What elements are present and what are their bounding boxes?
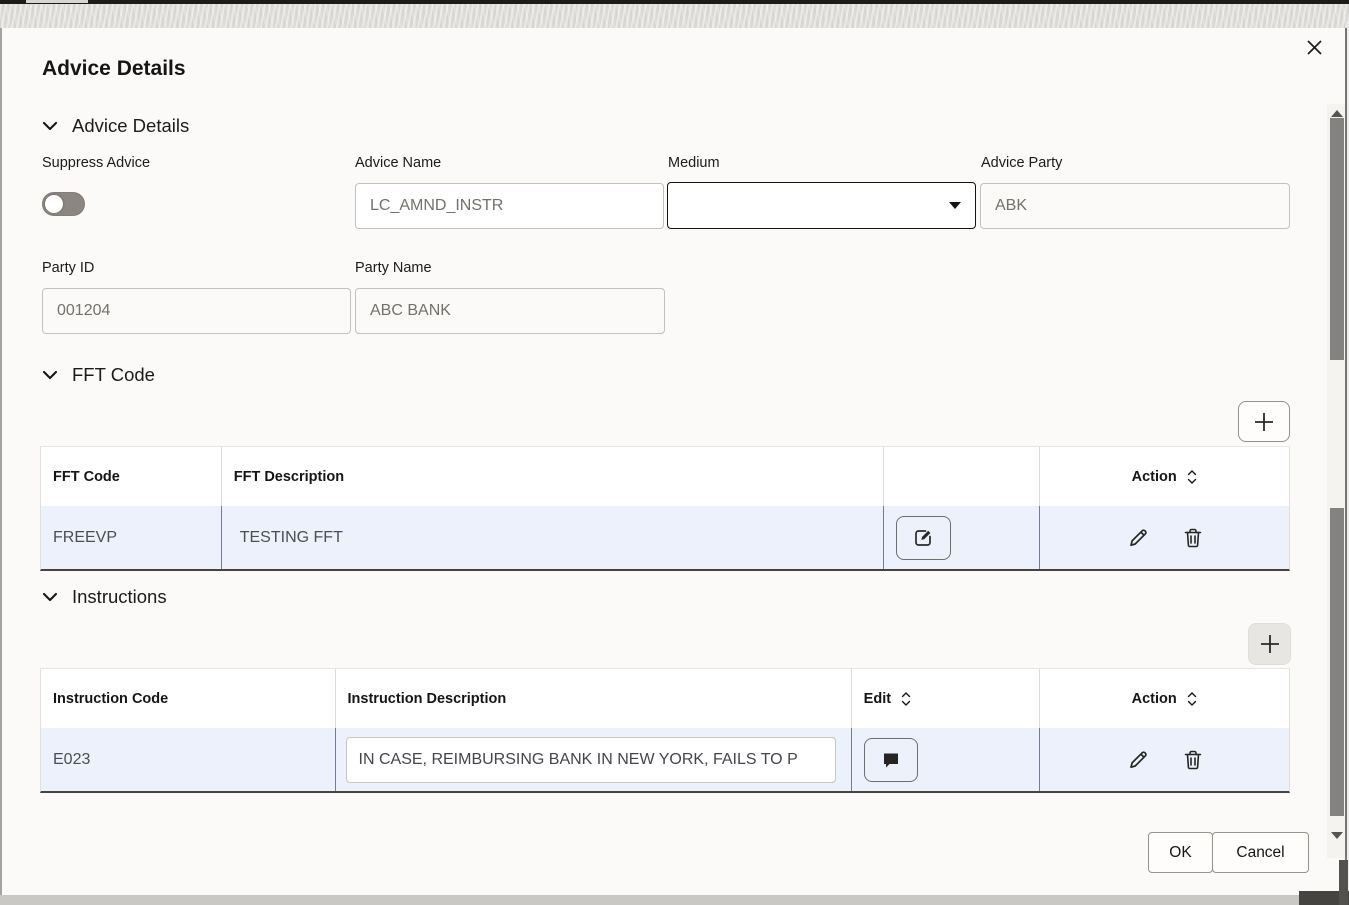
section-instructions[interactable]: Instructions <box>42 585 167 609</box>
advice-name-label: Advice Name <box>355 155 441 171</box>
scrollbar-thumb-lower[interactable] <box>1330 508 1344 816</box>
instructions-table: Instruction Code Instruction Description… <box>40 668 1290 793</box>
advice-name-input[interactable] <box>355 183 664 229</box>
fft-code-cell: FREEVP <box>41 506 222 569</box>
trash-icon <box>1183 749 1203 771</box>
instructions-table-header: Instruction Code Instruction Description… <box>41 669 1289 728</box>
ok-button[interactable]: OK <box>1148 832 1213 873</box>
scroll-down-icon[interactable] <box>1331 832 1343 839</box>
instruction-action-cell <box>1040 728 1289 791</box>
medium-label: Medium <box>668 155 720 171</box>
sort-icon <box>1186 691 1198 707</box>
instructions-table-row[interactable]: E023 <box>41 728 1289 791</box>
section-label: Advice Details <box>72 115 189 137</box>
background-scrim <box>0 4 1349 28</box>
instruction-action-header[interactable]: Action <box>1040 669 1289 728</box>
instruction-edit-cell <box>852 728 1041 791</box>
advice-party-input[interactable] <box>980 183 1290 229</box>
chevron-down-icon <box>42 592 58 602</box>
party-id-input[interactable] <box>42 288 351 334</box>
fft-table: FFT Code FFT Description Action FREEVP T… <box>40 446 1290 571</box>
pencil-icon <box>1127 749 1149 771</box>
chevron-down-icon <box>42 121 58 131</box>
fft-delete-row-button[interactable] <box>1181 525 1205 551</box>
chevron-down-icon <box>42 370 58 380</box>
fft-action-cell <box>1040 506 1289 569</box>
section-label: FFT Code <box>72 364 155 386</box>
close-button[interactable] <box>1298 32 1330 62</box>
scrollbar-thumb-upper[interactable] <box>1330 118 1344 360</box>
window-edge-artifact <box>26 0 88 3</box>
page-bottom-edge <box>0 895 1349 905</box>
fft-add-button[interactable] <box>1238 401 1290 442</box>
fft-description-cell: TESTING FFT <box>222 506 884 569</box>
instruction-code-header: Instruction Code <box>41 669 336 728</box>
pencil-icon <box>1127 527 1149 549</box>
instruction-comment-button[interactable] <box>864 738 918 782</box>
section-label: Instructions <box>72 586 167 608</box>
suppress-advice-toggle[interactable] <box>42 192 85 216</box>
chevron-down-icon <box>949 202 961 209</box>
close-icon <box>1305 38 1324 57</box>
instruction-delete-row-button[interactable] <box>1181 747 1205 773</box>
fft-blank-header <box>884 447 1041 506</box>
fft-table-header: FFT Code FFT Description Action <box>41 447 1289 506</box>
party-name-input[interactable] <box>355 288 665 334</box>
party-id-label: Party ID <box>42 260 94 276</box>
suppress-advice-label: Suppress Advice <box>42 155 150 171</box>
sort-icon <box>900 691 912 707</box>
instruction-description-cell <box>336 728 852 791</box>
instruction-description-input[interactable] <box>346 737 836 783</box>
page-left-edge <box>0 28 2 905</box>
party-name-label: Party Name <box>355 260 432 276</box>
fft-table-row[interactable]: FREEVP TESTING FFT <box>41 506 1289 569</box>
instruction-edit-row-button[interactable] <box>1125 747 1151 773</box>
instructions-add-button[interactable] <box>1248 623 1291 665</box>
scrollbar-track[interactable] <box>1327 104 1345 858</box>
toggle-knob <box>45 195 63 213</box>
fft-edit-note-button[interactable] <box>896 516 951 560</box>
window-corner-artifact <box>1339 860 1348 905</box>
edit-note-icon <box>912 527 934 549</box>
instruction-edit-header[interactable]: Edit <box>852 669 1041 728</box>
scroll-up-icon[interactable] <box>1331 110 1343 117</box>
plus-icon <box>1252 410 1276 434</box>
comment-icon <box>881 750 901 770</box>
fft-code-header: FFT Code <box>41 447 222 506</box>
screen: Advice Details Advice Details Suppress A… <box>0 0 1349 905</box>
fft-action-header[interactable]: Action <box>1040 447 1289 506</box>
sort-icon <box>1186 469 1198 485</box>
fft-description-header: FFT Description <box>222 447 884 506</box>
cancel-button[interactable]: Cancel <box>1212 832 1309 873</box>
instruction-code-cell: E023 <box>41 728 336 791</box>
section-fft-code[interactable]: FFT Code <box>42 363 155 387</box>
advice-party-label: Advice Party <box>981 155 1062 171</box>
trash-icon <box>1183 527 1203 549</box>
modal-title: Advice Details <box>42 57 186 81</box>
fft-edit-row-button[interactable] <box>1125 525 1151 551</box>
plus-icon <box>1258 632 1282 656</box>
medium-select[interactable] <box>667 182 976 229</box>
instruction-description-header: Instruction Description <box>336 669 852 728</box>
section-advice-details[interactable]: Advice Details <box>42 114 189 138</box>
fft-edit-cell <box>884 506 1041 569</box>
